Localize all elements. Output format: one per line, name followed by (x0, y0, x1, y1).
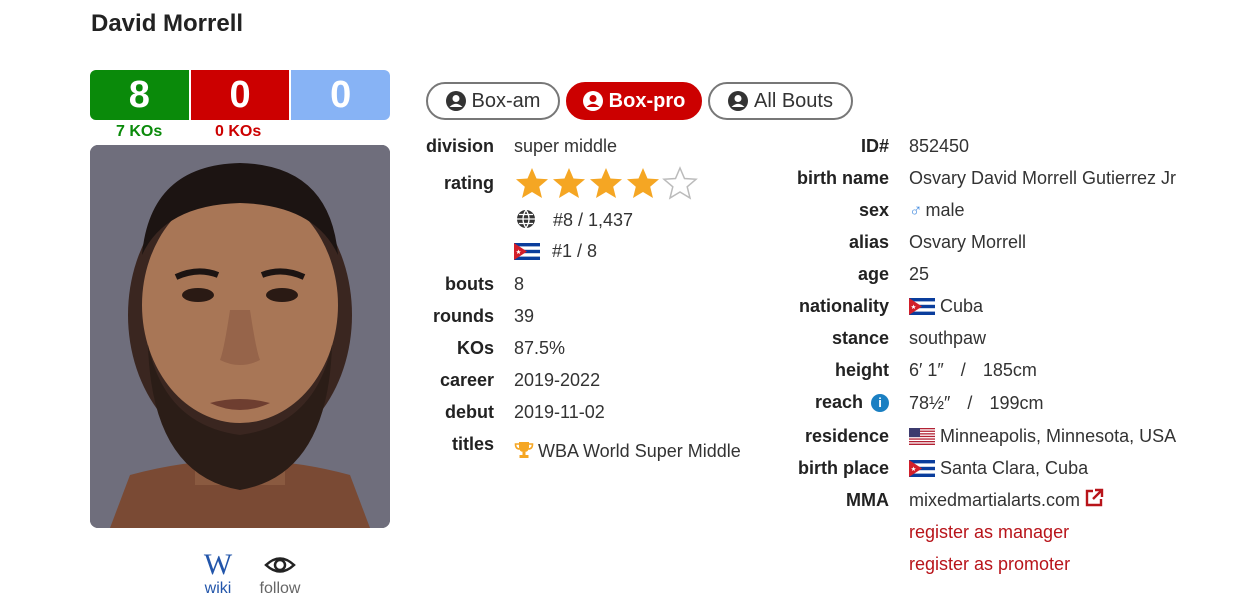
country-rank-value: #1 / 8 (552, 241, 598, 261)
follow-link[interactable]: follow (254, 550, 306, 598)
star-filled (590, 168, 622, 198)
residence-row[interactable]: Minneapolis, Minnesota, USA (909, 424, 1176, 448)
birth-place-value: Santa Clara, Cuba (940, 458, 1089, 478)
register-manager-link[interactable]: register as manager (909, 520, 1069, 544)
rounds-value: 39 (514, 306, 535, 326)
trophy-icon (514, 441, 534, 465)
record-box: 8 0 0 (90, 70, 390, 120)
wikipedia-icon: W (203, 548, 233, 581)
user-icon (445, 91, 466, 111)
tab-label: All Bouts (754, 89, 833, 112)
reach-imperial: 78½″ (909, 393, 951, 413)
fighter-photo (90, 145, 390, 528)
rating-label: rating (443, 173, 494, 193)
birth-place-row[interactable]: Santa Clara, Cuba (909, 456, 1088, 480)
height-separator: / (960, 360, 966, 380)
country-rank[interactable]: #1 / 8 (514, 239, 597, 263)
nationality-label: nationality (798, 296, 889, 316)
alias-value: Osvary Morrell (909, 232, 1027, 252)
reach-label: reach (814, 392, 863, 412)
tab-box-am[interactable]: Box-am (426, 82, 560, 120)
cuba-flag-icon (909, 459, 935, 477)
age-label: age (857, 264, 889, 284)
kos-value: 87.5% (514, 338, 566, 358)
height-label: height (835, 360, 889, 380)
height-row: 6′ 1″ / 185cm (909, 358, 1037, 382)
division-label: division (425, 136, 494, 156)
globe-icon (516, 209, 536, 235)
bouts-label: bouts (445, 274, 494, 294)
stance-value: southpaw (909, 328, 987, 348)
sex-value: male (925, 200, 965, 220)
id-value: 852450 (909, 136, 970, 156)
career-value: 2019-2022 (514, 370, 601, 390)
user-icon (728, 91, 749, 111)
reach-row: 78½″ / 199cm (909, 391, 1043, 415)
follow-label: follow (259, 580, 301, 597)
debut-value[interactable]: 2019-11-02 (514, 400, 605, 424)
division-value: super middle (514, 136, 618, 156)
height-metric: 185cm (982, 360, 1037, 380)
mma-label: MMA (846, 490, 889, 510)
world-rank[interactable]: #8 / 1,437 (516, 208, 633, 235)
residence-value: Minneapolis, Minnesota, USA (940, 426, 1177, 446)
loss-kos: 0 KOs (215, 123, 262, 140)
alias-label: alias (848, 232, 889, 252)
wiki-link[interactable]: W wiki (196, 550, 240, 598)
star-filled (516, 168, 548, 198)
bouts-value: 8 (514, 274, 525, 294)
wins-count: 8 (90, 70, 191, 120)
star-filled (627, 168, 659, 198)
birth-name-value: Osvary David Morrell Gutierrez Jr (909, 168, 1177, 188)
draws-count: 0 (291, 70, 390, 120)
stance-label: stance (831, 328, 889, 348)
losses-count: 0 (190, 70, 292, 120)
cuba-flag-icon (514, 242, 540, 260)
birth-place-label: birth place (797, 458, 889, 478)
height-imperial: 6′ 1″ (909, 360, 944, 380)
register-promoter-link[interactable]: register as promoter (909, 552, 1070, 576)
birth-name-label: birth name (796, 168, 889, 188)
user-icon (582, 91, 603, 111)
world-rank-value: #8 / 1,437 (553, 210, 634, 230)
mma-value: mixedmartialarts.com (909, 490, 1081, 510)
info-icon[interactable]: i (871, 394, 889, 412)
fighter-name: David Morrell (91, 10, 244, 37)
reach-label-row: reach i (700, 390, 889, 414)
reach-separator: / (967, 393, 973, 413)
usa-flag-icon (909, 427, 935, 445)
tab-label: Box-pro (608, 89, 686, 112)
career-label: career (439, 370, 494, 390)
nationality-value: Cuba (940, 296, 984, 316)
eye-icon (254, 550, 306, 580)
sex-label: sex (858, 200, 889, 220)
tab-label: Box-am (471, 89, 541, 112)
nationality-row[interactable]: Cuba (909, 294, 983, 318)
external-link-icon (1084, 488, 1104, 514)
male-icon: ♂ (909, 200, 923, 220)
residence-label: residence (804, 426, 889, 446)
kos-label: KOs (456, 338, 494, 358)
star-empty (662, 166, 698, 200)
star-filled (553, 168, 585, 198)
rating-stars (514, 166, 700, 207)
titles-label: titles (451, 434, 494, 454)
rounds-label: rounds (433, 306, 494, 326)
age-value: 25 (909, 264, 930, 284)
win-kos: 7 KOs (116, 123, 163, 140)
tab-all-bouts[interactable]: All Bouts (708, 82, 853, 120)
cuba-flag-icon (909, 297, 935, 315)
sex-value-row: ♂ male (909, 198, 965, 222)
mma-link[interactable]: mixedmartialarts.com (909, 488, 1104, 514)
id-label: ID# (860, 136, 889, 156)
tab-box-pro[interactable]: Box-pro (566, 82, 702, 120)
reach-metric: 199cm (989, 393, 1044, 413)
debut-label: debut (445, 402, 494, 422)
wiki-label: wiki (204, 580, 232, 597)
